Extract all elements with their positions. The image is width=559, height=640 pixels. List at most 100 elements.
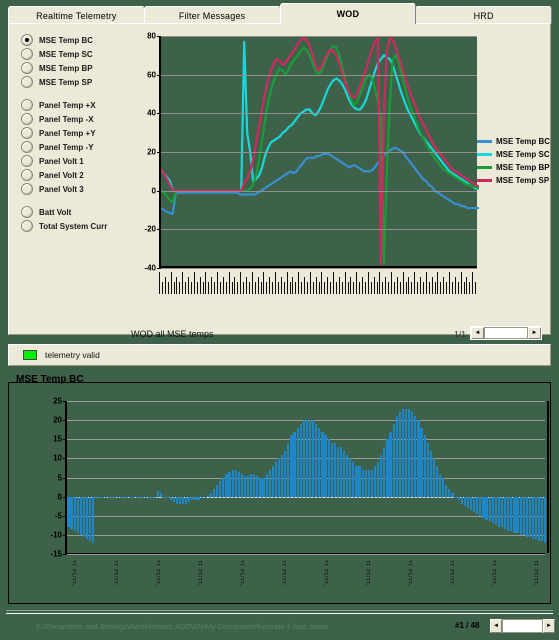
scroll-track[interactable] bbox=[502, 619, 543, 633]
bar bbox=[89, 496, 92, 541]
status-bar-divider bbox=[6, 610, 553, 614]
bar bbox=[373, 466, 377, 497]
radio-row-total-system-curr[interactable]: Total System Curr bbox=[21, 219, 121, 233]
x-axis-tick bbox=[237, 282, 239, 294]
x-axis-tick bbox=[472, 272, 474, 294]
x-axis-tick bbox=[217, 272, 218, 294]
x-axis-tick bbox=[335, 282, 337, 294]
bar-chart-plot-area: 25 20 15 10 5 0 -5 -10 -15 bbox=[50, 397, 549, 559]
x-axis-tick bbox=[286, 272, 288, 294]
legend-label: MSE Temp BC bbox=[496, 137, 551, 146]
radio-icon[interactable] bbox=[21, 76, 33, 88]
radio-icon[interactable] bbox=[21, 62, 33, 74]
x-axis-tick-label: 20/11/13 11:06 bbox=[156, 559, 163, 585]
x-axis-tick bbox=[367, 272, 369, 294]
bar bbox=[219, 481, 222, 497]
bar bbox=[262, 477, 265, 497]
x-axis-tick bbox=[228, 272, 230, 294]
x-axis-tick bbox=[164, 277, 166, 294]
x-axis-tick bbox=[263, 272, 265, 294]
radio-icon[interactable] bbox=[21, 48, 33, 60]
radio-icon[interactable] bbox=[21, 113, 33, 125]
x-axis-tick bbox=[393, 282, 395, 294]
bar bbox=[355, 466, 358, 497]
bar bbox=[435, 466, 439, 497]
radio-row-panel-temp-plus-x[interactable]: Panel Temp +X bbox=[21, 98, 121, 112]
x-axis-tick bbox=[225, 282, 227, 294]
bar bbox=[123, 496, 126, 498]
bar bbox=[408, 408, 411, 497]
scroll-left-icon[interactable]: ◄ bbox=[490, 619, 502, 633]
bar bbox=[463, 496, 466, 507]
radio-row-mse-temp-bp[interactable]: MSE Temp BP bbox=[21, 61, 121, 75]
bar bbox=[129, 496, 132, 498]
bar bbox=[268, 469, 271, 497]
radio-row-mse-temp-sc[interactable]: MSE Temp SC bbox=[21, 47, 121, 61]
x-axis-tick-label: 20/11/13 11:16 bbox=[366, 559, 373, 585]
channel-group-power: Batt Volt Total System Curr bbox=[21, 205, 121, 233]
tab-realtime-telemetry[interactable]: Realtime Telemetry bbox=[8, 6, 145, 24]
bar bbox=[420, 427, 423, 497]
radio-icon[interactable] bbox=[21, 99, 33, 111]
radio-row-panel-temp-plus-y[interactable]: Panel Temp +Y bbox=[21, 126, 121, 140]
bar bbox=[525, 496, 528, 537]
y-axis-tick-mark bbox=[157, 113, 161, 115]
bar bbox=[191, 496, 194, 501]
bar bbox=[364, 469, 367, 497]
radio-row-panel-volt-1[interactable]: Panel Volt 1 bbox=[21, 154, 121, 168]
scroll-right-icon[interactable]: ► bbox=[543, 619, 555, 633]
radio-label: Panel Temp +Y bbox=[39, 128, 96, 138]
bar bbox=[181, 496, 185, 505]
chart-horizontal-scrollbar[interactable]: ◄ ► bbox=[470, 326, 542, 340]
radio-icon[interactable] bbox=[21, 169, 33, 181]
radio-icon[interactable] bbox=[21, 183, 33, 195]
bar bbox=[274, 462, 278, 497]
bar bbox=[432, 458, 435, 497]
bar bbox=[175, 496, 178, 505]
bar bbox=[454, 496, 457, 498]
bar bbox=[414, 416, 417, 497]
bar bbox=[485, 496, 488, 520]
bar bbox=[497, 496, 501, 528]
scroll-left-icon[interactable]: ◄ bbox=[471, 327, 484, 339]
y-axis-tick-mark bbox=[63, 439, 67, 441]
radio-label: Panel Temp +X bbox=[39, 100, 96, 110]
bar bbox=[442, 477, 445, 497]
bar bbox=[516, 496, 519, 533]
radio-row-panel-volt-3[interactable]: Panel Volt 3 bbox=[21, 182, 121, 196]
bar bbox=[457, 496, 460, 501]
record-scrollbar[interactable]: ◄ ► bbox=[490, 619, 555, 633]
bar bbox=[541, 496, 544, 541]
bar bbox=[321, 431, 324, 497]
y-axis-tick-mark bbox=[63, 458, 67, 460]
bar bbox=[429, 450, 432, 497]
radio-icon[interactable] bbox=[21, 155, 33, 167]
x-axis-tick bbox=[437, 272, 439, 294]
radio-label: MSE Temp BC bbox=[39, 35, 94, 45]
radio-icon[interactable] bbox=[21, 206, 33, 218]
radio-icon[interactable] bbox=[21, 141, 33, 153]
bar bbox=[228, 471, 231, 497]
bar bbox=[209, 492, 213, 497]
scroll-right-icon[interactable]: ► bbox=[528, 327, 541, 339]
radio-icon[interactable] bbox=[21, 220, 33, 232]
telemetry-valid-indicator-icon bbox=[23, 350, 37, 360]
radio-row-panel-volt-2[interactable]: Panel Volt 2 bbox=[21, 168, 121, 182]
radio-row-panel-temp-minus-y[interactable]: Panel Temp -Y bbox=[21, 140, 121, 154]
radio-icon[interactable] bbox=[21, 34, 33, 46]
tab-hrd[interactable]: HRD bbox=[415, 6, 552, 24]
radio-row-batt-volt[interactable]: Batt Volt bbox=[21, 205, 121, 219]
bar bbox=[234, 469, 237, 497]
gridline bbox=[67, 401, 545, 402]
bar bbox=[504, 496, 507, 530]
radio-row-mse-temp-sp[interactable]: MSE Temp SP bbox=[21, 75, 121, 89]
x-axis-tick bbox=[309, 272, 311, 294]
tab-filter-messages[interactable]: Filter Messages bbox=[143, 6, 281, 24]
tab-wod[interactable]: WOD bbox=[279, 3, 417, 24]
radio-row-mse-temp-bc[interactable]: MSE Temp BC bbox=[21, 33, 121, 47]
bar bbox=[386, 439, 389, 497]
radio-row-panel-temp-minus-x[interactable]: Panel Temp -X bbox=[21, 112, 121, 126]
x-axis-tick bbox=[475, 282, 477, 294]
scroll-track[interactable] bbox=[484, 327, 528, 339]
radio-icon[interactable] bbox=[21, 127, 33, 139]
